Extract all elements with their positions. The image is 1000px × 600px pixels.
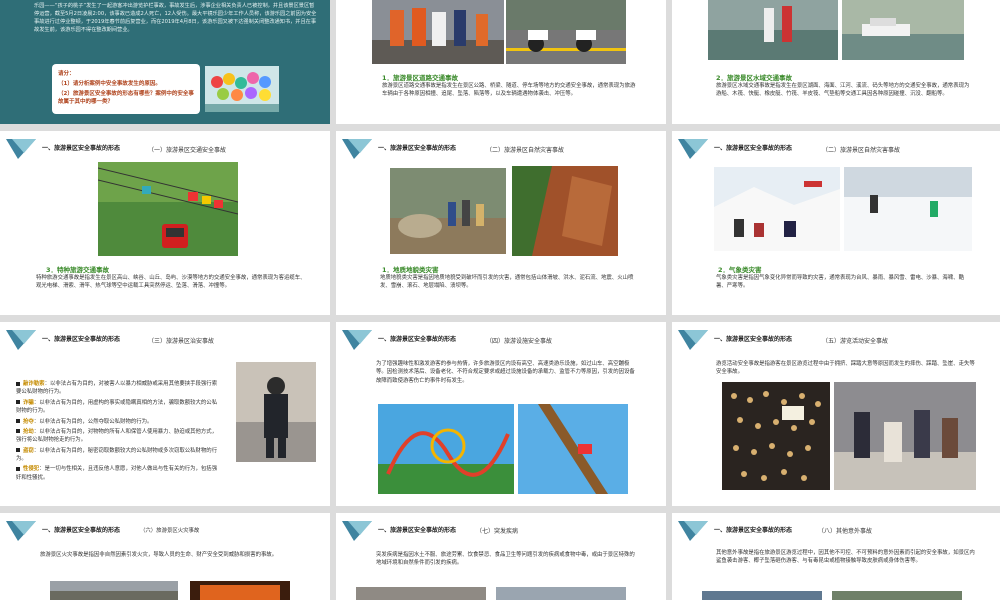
- slide-fire-accident[interactable]: 一、旅游景区安全事故的形态 （六）旅游景区火灾事故 旅游景区火灾事故是指因非自然…: [0, 513, 330, 600]
- triangle-logo-icon: [342, 137, 372, 161]
- question-title: 请分：: [58, 71, 75, 77]
- triangle-logo-icon: [6, 328, 36, 352]
- slide-special-traffic[interactable]: 一、旅游景区安全事故的形态 （一）旅游景区交通安全事故 3．特种旅游交通事故 特…: [0, 131, 330, 315]
- section-title: 一、旅游景区安全事故的形态: [714, 527, 793, 534]
- slide-road-traffic[interactable]: 1．旅游景区道路交通事故 旅游景区道路交通事故是指发生在景区公路、桥梁、隧道、停…: [336, 0, 666, 124]
- other-text: 其他意外事故是指在旅游景区游览过程中，因其他不可控、不可预料的意外因素而引起的安…: [716, 550, 975, 565]
- crowd-photo: [722, 382, 830, 490]
- water-caption: 2．旅游景区水域交通事故: [716, 74, 793, 82]
- item-text: ：以非法占有为目的，秘密窃取数额较大的公私财物或多次窃取公私财物的行为。: [16, 447, 218, 462]
- list-item: 敲诈勒索：以非法占有为目的，对被害人以暴力相威胁或采用其他要挟手段强行索要公私财…: [16, 380, 220, 397]
- snow-tourists-photo: [844, 167, 972, 251]
- other-photo-2: [832, 591, 962, 600]
- item-keyword: 敲诈勒索: [23, 381, 45, 387]
- slide-tour-activity[interactable]: 一、旅游景区安全事故的形态 （五）游览活动安全事故 游览活动安全事故是指游客在景…: [672, 322, 1000, 506]
- slide-facility-accident[interactable]: 一、旅游景区安全事故的形态 （四）旅游设施安全事故 为了增强趣味性和激发游客的参…: [336, 322, 666, 506]
- triangle-logo-icon: [678, 137, 708, 161]
- section-title: 一、旅游景区安全事故的形态: [42, 527, 121, 534]
- injured-tourists-photo: [834, 382, 976, 490]
- road-text: 旅游景区道路交通事故是指发生在景区公路、桥梁、隧道、停车场等地方的交通安全事故，…: [382, 83, 636, 98]
- item-keyword: 诈骗: [23, 399, 34, 406]
- list-item: 盗窃：以非法占有为目的，秘密窃取数额较大的公私财物或多次窃取公私财物的行为。: [16, 447, 220, 464]
- police-officer-photo: [236, 362, 316, 462]
- triangle-logo-icon: [6, 137, 36, 161]
- triangle-logo-icon: [678, 519, 708, 543]
- case-text: 乐园——“孩子的桃子”发生了一起游客冲出游览护栏事故，事故发生后，涉事企业相关负…: [34, 3, 317, 34]
- landslide-rescue-photo: [390, 168, 506, 254]
- facility-text: 为了增强趣味性和激发游客的参与热情，许多旅游景区内设有高空、高速类游乐设施，如过…: [376, 361, 635, 384]
- weather-text: 气象类灾害是指因气象变化异常而导致的灾害，通常表现为台风、暴雨、暴风雪、雷电、沙…: [716, 275, 964, 290]
- item-text: ：以非法占有为目的，对被害人以暴力相威胁或采用其他要挟手段强行索要公私财物的行为…: [16, 381, 218, 396]
- illness-photo-2: [496, 587, 626, 600]
- list-item: 性侵犯：是一切与性相关，且违反他人意愿，对他人做出与性有关的行为，包括强奸和性骚…: [16, 465, 220, 482]
- slide-public-security[interactable]: 一、旅游景区安全事故的形态 （三）旅游景区治安事故 敲诈勒索：以非法占有为目的，…: [0, 322, 330, 506]
- triangle-logo-icon: [6, 519, 36, 543]
- item-text: ：以非法占有为目的，公然夺取公私财物的行为。: [33, 418, 153, 425]
- section-title: 一、旅游景区安全事故的形态: [714, 145, 793, 152]
- river-rescue-photo: [708, 0, 838, 60]
- section-title: 一、旅游景区安全事故的形态: [42, 336, 121, 343]
- ferry-photo: [842, 0, 964, 60]
- section-subtitle: （二）旅游景区自然灾害事故: [822, 147, 901, 154]
- question-box: 请分： （1）请分析案例中安全事故发生的原因。 （2）旅游景区安全事故的形态有哪…: [52, 64, 200, 114]
- other-photo-1: [702, 591, 822, 600]
- fire-text: 旅游景区火灾事故是指因非自然因素引发火灾，导致人员的生命、财产安全受到威胁和损害…: [40, 552, 278, 558]
- item-keyword: 抢夺: [23, 418, 34, 425]
- list-item: 抢夺：以非法占有为目的，公然夺取公私财物的行为。: [16, 418, 220, 426]
- cable-car-photo: [98, 162, 238, 256]
- police-bikes-photo: [506, 0, 626, 64]
- section-subtitle: （七）突发疾病: [476, 528, 519, 535]
- triangle-logo-icon: [678, 328, 708, 352]
- section-title: 一、旅游景区安全事故的形态: [42, 145, 121, 152]
- item-text: ：以非法占有为目的，用虚构的事实或隐瞒真相的方法，骗取数额较大的公私财物的行为。: [16, 399, 218, 415]
- roller-coaster-photo: [378, 404, 514, 494]
- special-caption: 3．特种旅游交通事故: [46, 266, 110, 274]
- illness-photo-1: [356, 587, 486, 600]
- forest-fire-photo-2: [190, 581, 290, 600]
- slide-sudden-illness[interactable]: 一、旅游景区安全事故的形态 （七）突发疾病 突发疾病是指因水土不服、旅途劳累、饮…: [336, 513, 666, 600]
- water-text: 旅游景区水域交通事故是指发生在景区湖面、海面、江河、溪流、码头等地方的交通安全事…: [716, 83, 970, 98]
- item-text: ：是一切与性相关，且违反他人意愿，对他人做出与性有关的行为，包括强奸和性骚扰。: [16, 466, 218, 481]
- list-item: 诈骗：以非法占有为目的，用虚构的事实或隐瞒真相的方法，骗取数额较大的公私财物的行…: [16, 399, 220, 416]
- section-subtitle: （一）旅游景区交通安全事故: [148, 147, 227, 154]
- slide-water-traffic[interactable]: 2．旅游景区水域交通事故 旅游景区水域交通事故是指发生在景区湖面、海面、江河、溪…: [672, 0, 1000, 124]
- section-title: 一、旅游景区安全事故的形态: [378, 336, 457, 343]
- activity-text: 游览活动安全事故是指游客在景区游览过程中由于拥挤、踩踏大意等原因而发生的摔伤、踩…: [716, 361, 975, 376]
- section-title: 一、旅游景区安全事故的形态: [714, 336, 793, 343]
- list-item: 抢劫：以非法占有为目的，对物物的所有人和保管人使用暴力、胁迫或其他方式，强行将公…: [16, 428, 220, 445]
- section-subtitle: （五）游览活动安全事故: [822, 338, 889, 345]
- security-list: 敲诈勒索：以非法占有为目的，对被害人以暴力相威胁或采用其他要挟手段强行索要公私财…: [16, 380, 220, 484]
- geo-text: 地质地貌类灾害是指因地质地貌受到破坏而引发的灾害，通常包括山体滑坡、洪水、泥石流…: [380, 275, 634, 290]
- triangle-logo-icon: [342, 519, 372, 543]
- balloons-image: [205, 66, 279, 112]
- section-subtitle: （八）其他意外事故: [818, 528, 873, 535]
- slide-weather-disaster[interactable]: 一、旅游景区安全事故的形态 （二）旅游景区自然灾害事故 2．气象类灾害 气象类灾…: [672, 131, 1000, 315]
- section-title: 一、旅游景区安全事故的形态: [378, 145, 457, 152]
- road-caption: 1．旅游景区道路交通事故: [382, 74, 459, 82]
- snow-helicopter-photo: [714, 167, 840, 251]
- section-subtitle: （二）旅游景区自然灾害事故: [486, 147, 565, 154]
- item-keyword: 抢劫: [23, 428, 34, 435]
- mudslide-photo: [512, 166, 618, 256]
- section-subtitle: （六）旅游景区火灾事故: [140, 528, 200, 534]
- drop-tower-photo: [518, 404, 628, 494]
- slide-geological-disaster[interactable]: 一、旅游景区安全事故的形态 （二）旅游景区自然灾害事故 1．地质地貌类灾害 地质…: [336, 131, 666, 315]
- question-1: （1）请分析案例中安全事故发生的原因。: [58, 81, 161, 87]
- weather-caption: 2．气象类灾害: [718, 266, 762, 274]
- slide-case-study[interactable]: 乐园——“孩子的桃子”发生了一起游客冲出游览护栏事故，事故发生后，涉事企业相关负…: [0, 0, 330, 124]
- geo-caption: 1．地质地貌类灾害: [382, 266, 439, 274]
- illness-text: 突发疾病是指因水土不服、旅途劳累、饮食禁忌、食品卫生等问题引发的疾病或食物中毒，…: [376, 552, 635, 567]
- rescue-photo: [372, 0, 504, 64]
- section-subtitle: （四）旅游设施安全事故: [486, 338, 553, 345]
- triangle-logo-icon: [342, 328, 372, 352]
- section-title: 一、旅游景区安全事故的形态: [378, 527, 457, 534]
- forest-fire-photo-1: [50, 581, 178, 600]
- section-subtitle: （三）旅游景区治安事故: [148, 338, 215, 345]
- question-2: （2）旅游景区安全事故的形态有哪些？案例中的安全事故属于其中的哪一类？: [58, 91, 194, 105]
- item-keyword: 盗窃: [23, 447, 34, 454]
- slide-other-accident[interactable]: 一、旅游景区安全事故的形态 （八）其他意外事故 其他意外事故是指在旅游景区游览过…: [672, 513, 1000, 600]
- item-text: ：以非法占有为目的，对物物的所有人和保管人使用暴力、胁迫或其他方式，强行将公私财…: [16, 428, 218, 444]
- special-text: 特种旅游交通事故是指发生在景区高山、峡谷、山丘、岛屿、沙漠等地方的交通安全事故，…: [36, 275, 306, 290]
- item-keyword: 性侵犯: [23, 466, 40, 473]
